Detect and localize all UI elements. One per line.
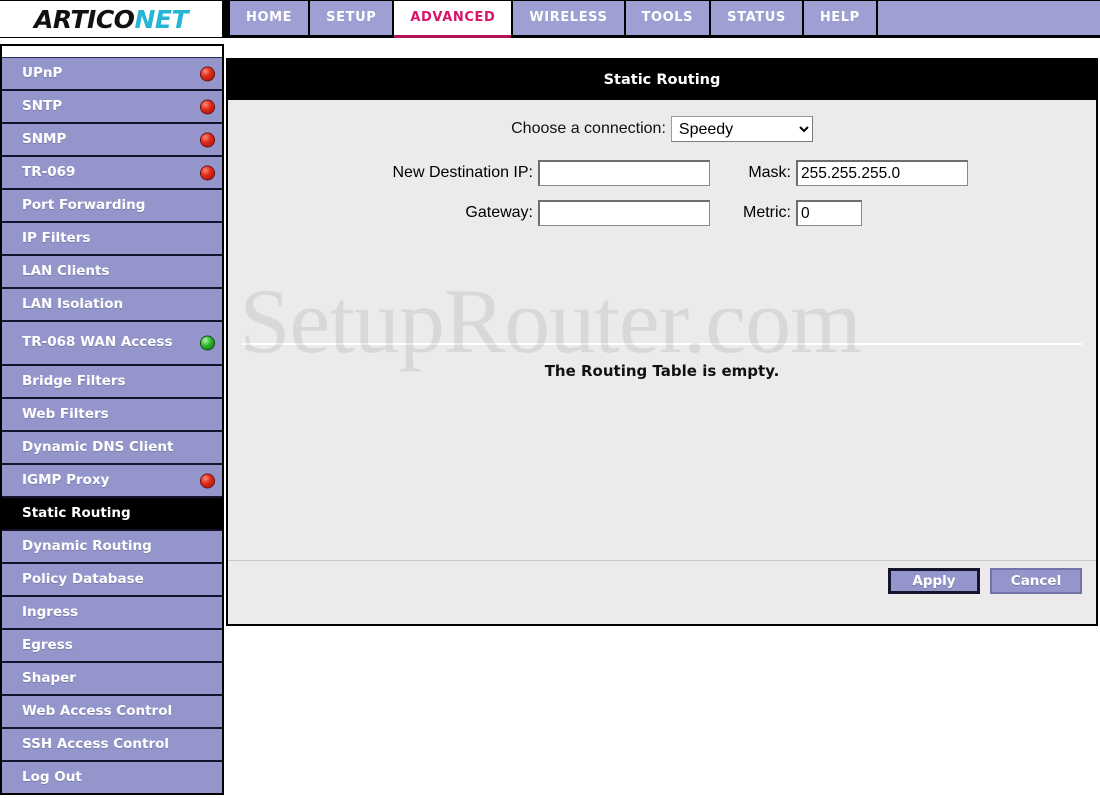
sidebar-item-label: Web Filters [22,405,109,422]
apply-button[interactable]: Apply [888,567,980,594]
sidebar-item-label: SSH Access Control [22,735,170,752]
sidebar-item-igmp-proxy[interactable]: IGMP Proxy [2,465,222,498]
sidebar-item-policy-database[interactable]: Policy Database [2,564,222,597]
sidebar-item-shaper[interactable]: Shaper [2,663,222,696]
sidebar-item-label: IP Filters [22,229,91,246]
sidebar-item-dynamic-dns-client[interactable]: Dynamic DNS Client [2,432,222,465]
sidebar-item-ssh-access-control[interactable]: SSH Access Control [2,729,222,762]
sidebar-item-label: Policy Database [22,570,144,587]
brand-logo: ARTICONET [0,1,224,37]
sidebar-item-label: Dynamic DNS Client [22,438,174,455]
sidebar-item-label: Static Routing [22,504,131,521]
sidebar-item-tr-069[interactable]: TR-069 [2,157,222,190]
sidebar-item-label: Shaper [22,669,76,686]
sidebar-item-upnp[interactable]: UPnP [2,58,222,91]
sidebar-item-label: Egress [22,636,73,653]
sidebar-item-label: IGMP Proxy [22,471,110,488]
cancel-button[interactable]: Cancel [990,567,1082,594]
routing-form: New Destination IP: Mask: Gateway: Metri… [228,160,1096,226]
sidebar-item-label: SNTP [22,97,63,114]
connection-label: Choose a connection: [511,120,666,137]
nav-item-advanced[interactable]: ADVANCED [394,1,512,38]
sidebar-item-port-forwarding[interactable]: Port Forwarding [2,190,222,223]
sidebar-item-label: LAN Isolation [22,295,124,312]
status-led-green-icon [201,336,214,350]
sidebar-item-bridge-filters[interactable]: Bridge Filters [2,366,222,399]
sidebar-item-tr-068-wan-access[interactable]: TR-068 WAN Access [2,322,222,366]
top-navigation-bar: ARTICONET HOME SETUP ADVANCED WIRELESS TOOLS… [0,0,1100,38]
sidebar-item-list: UPnP SNTP SNMP TR-069 Port Forwarding IP Filt… [2,58,222,795]
main-menu: HOME SETUP ADVANCED WIRELESS TOOLS STATUS HELP [224,0,1100,38]
nav-item-tools[interactable]: TOOLS [625,1,710,35]
nav-item-home[interactable]: HOME [230,1,309,35]
sidebar-item-dynamic-routing[interactable]: Dynamic Routing [2,531,222,564]
sidebar-item-static-routing[interactable]: Static Routing [2,498,222,531]
nav-item-help[interactable]: HELP [803,1,876,35]
page-title: Static Routing [228,60,1096,100]
nav-item-setup[interactable]: SETUP [310,1,393,35]
sidebar-item-web-filters[interactable]: Web Filters [2,399,222,432]
sidebar-item-egress[interactable]: Egress [2,630,222,663]
section-divider [242,343,1082,345]
metric-label: Metric: [743,204,791,221]
content-panel: Static Routing Choose a connection: Spee… [226,58,1098,626]
sidebar-item-label: Ingress [22,603,79,620]
nav-item-wireless[interactable]: WIRELESS [513,1,624,35]
connection-row: Choose a connection: Speedy [228,116,1096,142]
sidebar-item-label: Dynamic Routing [22,537,152,554]
sidebar-item-label: TR-068 WAN Access [22,334,173,351]
sidebar-item-sntp[interactable]: SNTP [2,91,222,124]
metric-input[interactable] [796,200,862,226]
sidebar-item-ingress[interactable]: Ingress [2,597,222,630]
destination-ip-input[interactable] [538,160,710,186]
sidebar-item-label: TR-069 [22,163,76,180]
brand-logo-text: ARTICONET [34,5,188,34]
sidebar-item-lan-isolation[interactable]: LAN Isolation [2,289,222,322]
sidebar-item-log-out[interactable]: Log Out [2,762,222,795]
sidebar-item-label: Web Access Control [22,702,173,719]
brand-logo-part2: NET [134,4,188,34]
mask-input[interactable] [796,160,968,186]
sidebar-item-label: SNMP [22,130,67,147]
sidebar-item-label: LAN Clients [22,262,110,279]
status-led-red-icon [201,166,214,179]
sidebar-item-snmp[interactable]: SNMP [2,124,222,157]
panel-footer: Apply Cancel [228,560,1096,600]
gateway-input[interactable] [538,200,710,226]
sidebar-menu: UPnP SNTP SNMP TR-069 Port Forwarding IP Filt… [0,44,224,795]
sidebar-top-spacer [2,46,222,58]
status-led-red-icon [201,133,214,146]
mask-label: Mask: [748,164,791,181]
status-led-red-icon [201,67,214,80]
sidebar-item-label: Log Out [22,768,82,785]
connection-select[interactable]: Speedy [670,116,813,142]
sidebar-item-web-access-control[interactable]: Web Access Control [2,696,222,729]
status-led-red-icon [201,100,214,113]
panel-body: Choose a connection: Speedy New Destinat… [228,116,1096,600]
brand-logo-part1: ARTICO [34,4,135,34]
routing-table-empty-message: The Routing Table is empty. [544,362,780,380]
gateway-label: Gateway: [465,204,533,221]
nav-filler [877,1,1100,35]
destination-ip-label: New Destination IP: [392,164,533,181]
nav-item-status[interactable]: STATUS [711,1,802,35]
sidebar-item-label: UPnP [22,64,63,81]
sidebar-item-ip-filters[interactable]: IP Filters [2,223,222,256]
sidebar-item-lan-clients[interactable]: LAN Clients [2,256,222,289]
sidebar-item-label: Port Forwarding [22,196,146,213]
status-led-red-icon [201,474,214,487]
sidebar-item-label: Bridge Filters [22,372,126,389]
